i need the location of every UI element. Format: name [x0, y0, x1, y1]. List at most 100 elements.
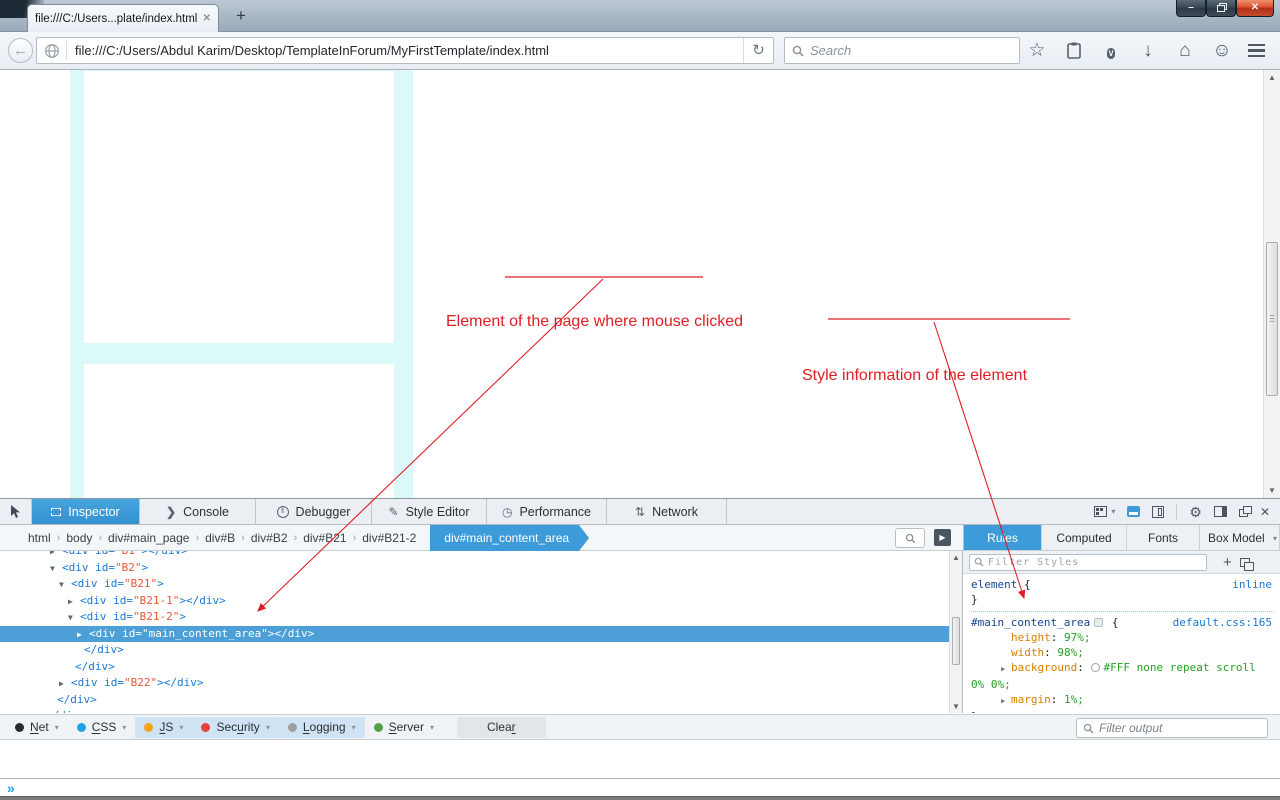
- console-output: [0, 741, 1280, 778]
- markup-line[interactable]: ▶<div id="B21-1"></div>: [0, 593, 949, 610]
- annotation-element-note: Element of the page where mouse clicked: [446, 313, 743, 331]
- expand-icon[interactable]: ▶: [1001, 662, 1011, 677]
- markup-line[interactable]: ▼<div id="B2">: [0, 560, 949, 577]
- console-input[interactable]: »: [0, 778, 1280, 797]
- settings-gear-icon[interactable]: ⚙: [1189, 505, 1202, 519]
- tab-inspector[interactable]: Inspector: [32, 499, 140, 524]
- home-icon[interactable]: ⌂: [1174, 37, 1196, 64]
- tab-performance[interactable]: ◷ Performance: [487, 499, 607, 524]
- split-console-icon[interactable]: [1127, 506, 1140, 517]
- frame-select-icon[interactable]: [1094, 506, 1107, 517]
- markup-line[interactable]: </div>: [0, 642, 949, 659]
- breadcrumb: html › body › div#main_page › div#B › di…: [0, 525, 963, 551]
- highlight-target-icon[interactable]: [1094, 618, 1103, 627]
- stylesheet-link[interactable]: inline: [1232, 577, 1272, 592]
- breadcrumb-item[interactable]: div#main_page: [102, 531, 195, 545]
- tab-network[interactable]: ⇅ Network: [607, 499, 727, 524]
- filter-security-button[interactable]: Security ▾: [192, 717, 278, 738]
- tab-style-editor[interactable]: ✎ Style Editor: [372, 499, 487, 524]
- css-selector[interactable]: #main_content_area: [971, 616, 1090, 629]
- breadcrumb-item[interactable]: div#B21: [297, 531, 352, 545]
- css-declaration[interactable]: height: 97%;: [971, 630, 1263, 645]
- css-declaration[interactable]: ▶background: #FFF none repeat scroll 0% …: [971, 660, 1263, 692]
- breadcrumb-item[interactable]: body: [60, 531, 98, 545]
- markup-line[interactable]: ▼<div id="B21">: [0, 576, 949, 593]
- popout-window-icon[interactable]: [1239, 509, 1248, 517]
- markup-line[interactable]: </div>: [0, 659, 949, 676]
- filter-styles-placeholder: Filter Styles: [988, 557, 1079, 568]
- css-selector[interactable]: element: [971, 578, 1017, 591]
- restore-button[interactable]: [1206, 0, 1236, 17]
- close-button[interactable]: ✕: [1236, 0, 1274, 17]
- hello-smiley-icon[interactable]: ☺: [1211, 37, 1233, 64]
- reading-list-icon[interactable]: [1063, 42, 1085, 59]
- reload-icon[interactable]: ↻: [743, 38, 773, 63]
- sidebar-tab-rules[interactable]: Rules: [964, 525, 1042, 550]
- tab-close-icon[interactable]: ✕: [203, 13, 211, 24]
- tab-console[interactable]: ❯ Console: [140, 499, 256, 524]
- filter-server-button[interactable]: Server ▾: [365, 717, 443, 738]
- color-swatch[interactable]: [1091, 663, 1100, 672]
- css-declaration[interactable]: ▶margin: 1%;: [971, 692, 1263, 709]
- sidebar-tabs-overflow-icon[interactable]: ▾: [1273, 534, 1277, 543]
- scroll-up-icon[interactable]: ▲: [1264, 73, 1280, 82]
- template-box-2: [84, 364, 394, 498]
- responsive-mode-icon[interactable]: [1152, 506, 1164, 518]
- back-button[interactable]: ←: [8, 38, 33, 63]
- new-tab-button[interactable]: +: [228, 6, 254, 28]
- scroll-up-icon[interactable]: ▲: [950, 553, 962, 562]
- expand-panel-icon[interactable]: ▶: [934, 529, 951, 546]
- minimize-button[interactable]: –: [1176, 0, 1206, 17]
- scroll-down-icon[interactable]: ▼: [950, 702, 962, 711]
- markup-line[interactable]: ▶<div id="B1"></div>: [0, 551, 949, 560]
- breadcrumb-item-selected[interactable]: div#main_content_area: [430, 525, 579, 551]
- markup-line-selected[interactable]: ▶<div id="main_content_area"></div>: [0, 626, 949, 643]
- breadcrumb-item[interactable]: div#B21-2: [356, 531, 422, 545]
- layers-icon[interactable]: [1240, 558, 1250, 567]
- filter-net-button[interactable]: Net ▾: [6, 717, 68, 738]
- search-icon: [905, 533, 916, 544]
- sidebar-tab-box-model[interactable]: Box Model: [1200, 525, 1280, 550]
- breadcrumb-item[interactable]: html: [22, 531, 57, 545]
- breadcrumb-item[interactable]: div#B2: [245, 531, 294, 545]
- filter-styles-input[interactable]: Filter Styles: [969, 554, 1207, 571]
- clear-button[interactable]: Clear: [457, 717, 546, 738]
- markup-scrollbar[interactable]: ▲ ▼: [949, 551, 963, 713]
- scroll-down-icon[interactable]: ▼: [1264, 486, 1280, 495]
- css-rule-main-content-area: #main_content_area {default.css:165 heig…: [971, 611, 1274, 713]
- filter-css-button[interactable]: CSS ▾: [68, 717, 136, 738]
- stylesheet-link[interactable]: default.css:165: [1173, 615, 1272, 630]
- sidebar-tab-fonts[interactable]: Fonts: [1127, 525, 1200, 550]
- markup-line[interactable]: </div>: [0, 692, 949, 709]
- breadcrumb-item[interactable]: div#B: [199, 531, 241, 545]
- dock-side-icon[interactable]: [1214, 506, 1227, 517]
- scrollbar-thumb[interactable]: [952, 617, 960, 665]
- network-arrows-icon: ⇅: [635, 506, 645, 518]
- devtools-close-icon[interactable]: ✕: [1260, 505, 1270, 519]
- url-input[interactable]: file:///C:/Users/Abdul Karim/Desktop/Tem…: [75, 43, 743, 58]
- css-declaration[interactable]: width: 98%;: [971, 645, 1263, 660]
- pocket-icon[interactable]: ∨: [1100, 37, 1122, 64]
- add-rule-icon[interactable]: +: [1223, 554, 1232, 571]
- js-dot-icon: [144, 723, 153, 732]
- markup-line[interactable]: </div>: [0, 708, 949, 713]
- bookmark-star-icon[interactable]: ☆: [1026, 37, 1048, 64]
- frame-select-caret-icon[interactable]: ▾: [1111, 507, 1115, 516]
- download-icon[interactable]: ↓: [1137, 37, 1159, 64]
- browser-tab[interactable]: file:///C:/Users...plate/index.html ✕: [27, 4, 219, 32]
- menu-icon[interactable]: [1248, 44, 1270, 58]
- url-bar[interactable]: file:///C:/Users/Abdul Karim/Desktop/Tem…: [36, 37, 774, 64]
- filter-js-button[interactable]: JS ▾: [135, 717, 192, 738]
- markup-line[interactable]: ▶<div id="B22"></div>: [0, 675, 949, 692]
- search-input[interactable]: Search: [784, 37, 1020, 64]
- filter-logging-button[interactable]: Logging ▾: [279, 717, 365, 738]
- markup-line[interactable]: ▼<div id="B21-2">: [0, 609, 949, 626]
- filter-output-input[interactable]: Filter output: [1076, 718, 1268, 738]
- tab-debugger[interactable]: ‖ Debugger: [256, 499, 372, 524]
- markup-search-button[interactable]: [895, 528, 925, 548]
- sidebar-tab-computed[interactable]: Computed: [1042, 525, 1127, 550]
- expand-icon[interactable]: ▶: [1001, 694, 1011, 709]
- scrollbar-thumb[interactable]: [1266, 242, 1278, 396]
- pick-element-button[interactable]: [0, 499, 32, 524]
- page-scrollbar[interactable]: ▲ ▼: [1263, 70, 1280, 498]
